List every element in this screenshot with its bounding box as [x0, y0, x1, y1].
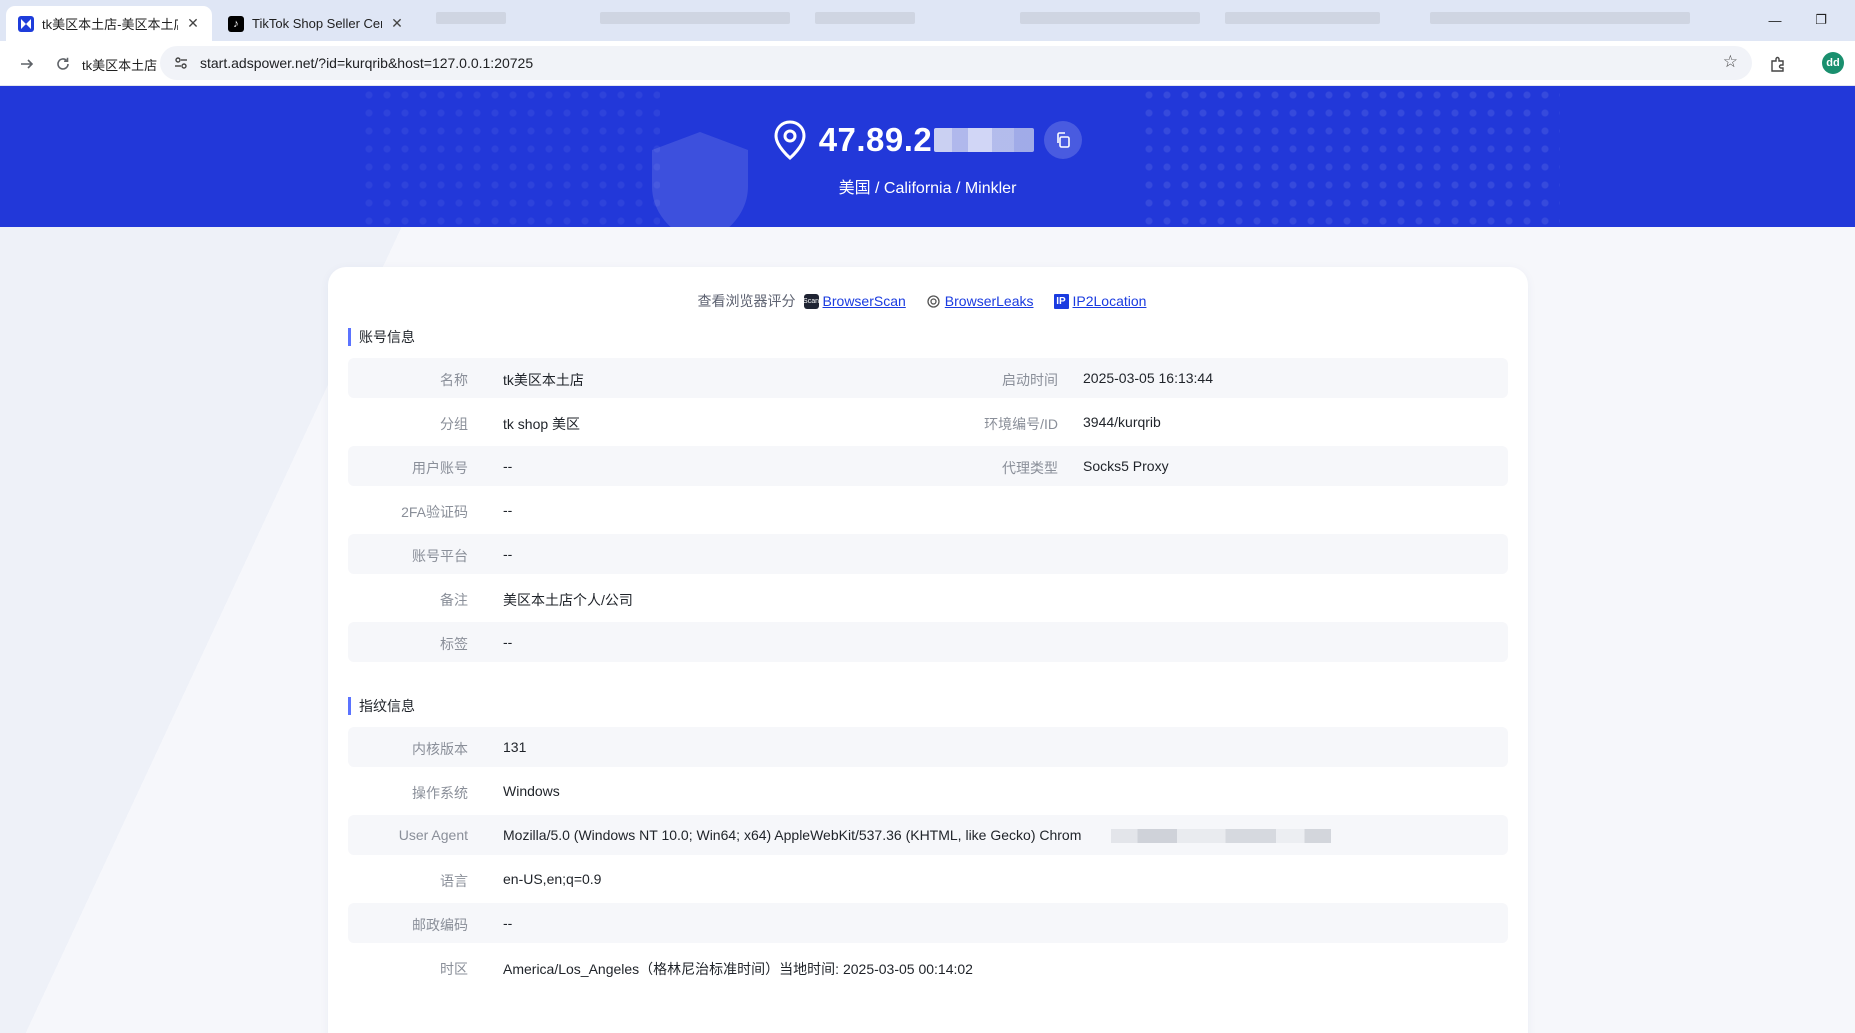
ip-location: 美国 / California / Minkler — [838, 180, 1017, 197]
tab-title: tk美区本土店-美区本土店 — [42, 17, 178, 32]
row-label: 账号平台 — [412, 548, 468, 564]
row-value: 美区本土店个人/公司 — [503, 592, 633, 608]
tab-tiktok-seller[interactable]: ♪ TikTok Shop Seller Center ✕ — [216, 6, 416, 41]
row-label: 操作系统 — [412, 785, 468, 801]
section-fingerprint-title: 指纹信息 — [348, 697, 415, 715]
row-label: 启动时间 — [1002, 372, 1058, 388]
row-label: 名称 — [440, 372, 468, 388]
info-row-2fa: 2FA验证码 -- — [348, 490, 1508, 530]
info-row-name: 名称 tk美区本土店 启动时间 2025-03-05 16:13:44 — [348, 358, 1508, 398]
copy-ip-button[interactable] — [1044, 121, 1083, 159]
tab-adspower[interactable]: tk美区本土店-美区本土店 ✕ — [6, 6, 212, 41]
row-value: Mozilla/5.0 (Windows NT 10.0; Win64; x64… — [503, 827, 1082, 843]
ip-hero-banner: 47.89.2 美国 / California / Minkler — [0, 86, 1855, 227]
row-value: -- — [503, 546, 513, 562]
row-value: 2025-03-05 16:13:44 — [1083, 370, 1213, 386]
info-row-postal-code: 邮政编码 -- — [348, 903, 1508, 943]
ip2location-icon: IP — [1053, 293, 1069, 309]
row-label: 备注 — [440, 592, 468, 608]
adspower-favicon-icon — [18, 15, 34, 32]
row-label: 分组 — [440, 416, 468, 432]
row-label: 标签 — [440, 636, 468, 652]
bookmark-star-icon[interactable]: ☆ — [1723, 52, 1738, 72]
copy-icon — [1057, 132, 1071, 148]
blurred-tab[interactable] — [436, 12, 506, 24]
browserleaks-link[interactable]: BrowserLeaks — [945, 293, 1034, 309]
row-label: 环境编号/ID — [984, 416, 1058, 432]
row-label: 用户账号 — [412, 460, 468, 476]
extensions-icon[interactable] — [1765, 51, 1791, 77]
close-tab-icon[interactable]: ✕ — [184, 15, 202, 33]
row-label: 内核版本 — [412, 741, 468, 757]
row-value: en-US,en;q=0.9 — [503, 871, 602, 887]
url-text[interactable]: start.adspower.net/?id=kurqrib&host=127.… — [200, 55, 533, 71]
section-account-title: 账号信息 — [348, 328, 415, 346]
forward-icon[interactable] — [14, 51, 40, 77]
row-value: 131 — [503, 739, 527, 755]
address-bar[interactable]: start.adspower.net/?id=kurqrib&host=127.… — [160, 46, 1752, 80]
tab-strip: tk美区本土店-美区本土店 ✕ ♪ TikTok Shop Seller Cen… — [0, 0, 1855, 41]
minimize-icon[interactable]: — — [1761, 8, 1789, 32]
row-label: User Agent — [398, 827, 468, 843]
profile-info-card: 查看浏览器评分 Scan BrowserScan BrowserLeaks IP… — [328, 267, 1528, 1033]
row-label: 时区 — [440, 961, 468, 977]
browserscan-link[interactable]: BrowserScan — [823, 293, 906, 309]
info-row-kernel: 内核版本 131 — [348, 727, 1508, 767]
row-value: America/Los_Angeles（格林尼治标准时间）当地时间: 2025-… — [503, 961, 973, 977]
check-label: 查看浏览器评分 — [697, 293, 796, 309]
blurred-tab[interactable] — [1430, 12, 1690, 24]
bookmark-item[interactable]: tk美区本土店 — [82, 55, 157, 74]
close-tab-icon[interactable]: ✕ — [388, 15, 406, 33]
row-value: -- — [503, 634, 513, 650]
location-pin-icon — [774, 120, 806, 160]
blurred-tab[interactable] — [600, 12, 790, 24]
tab-title: TikTok Shop Seller Center — [252, 16, 382, 31]
row-value: 3944/kurqrib — [1083, 414, 1161, 430]
browserleaks-icon — [926, 294, 941, 309]
browserscan-icon: Scan — [803, 293, 819, 309]
row-label: 邮政编码 — [412, 917, 468, 933]
ip2location-link[interactable]: IP2Location — [1073, 293, 1147, 309]
row-value: Socks5 Proxy — [1083, 458, 1169, 474]
row-label: 代理类型 — [1002, 460, 1058, 476]
info-row-platform: 账号平台 -- — [348, 534, 1508, 574]
reload-icon[interactable] — [50, 51, 76, 77]
info-row-timezone: 时区 America/Los_Angeles（格林尼治标准时间）当地时间: 20… — [348, 947, 1508, 987]
tiktok-favicon-icon: ♪ — [228, 15, 244, 32]
profile-avatar[interactable]: dd — [1822, 52, 1844, 74]
browser-check-links: 查看浏览器评分 Scan BrowserScan BrowserLeaks IP… — [328, 291, 1528, 311]
row-label: 语言 — [440, 873, 468, 889]
row-value: tk美区本土店 — [503, 372, 584, 388]
blurred-tab[interactable] — [1225, 12, 1380, 24]
info-row-tags: 标签 -- — [348, 622, 1508, 662]
ip-redacted — [934, 128, 1035, 152]
row-value: -- — [503, 502, 513, 518]
row-value: Windows — [503, 783, 560, 799]
ip-address: 47.89.2 — [818, 121, 933, 158]
blurred-tab[interactable] — [815, 12, 915, 24]
row-label: 2FA验证码 — [401, 504, 468, 520]
blurred-tab[interactable] — [1020, 12, 1200, 24]
info-row-language: 语言 en-US,en;q=0.9 — [348, 859, 1508, 899]
site-settings-icon[interactable] — [172, 54, 190, 72]
info-row-group: 分组 tk shop 美区 环境编号/ID 3944/kurqrib — [348, 402, 1508, 442]
info-row-user-agent: User Agent Mozilla/5.0 (Windows NT 10.0;… — [348, 815, 1508, 855]
row-value: -- — [503, 458, 513, 474]
browser-toolbar: tk美区本土店 start.adspower.net/?id=kurqrib&h… — [0, 41, 1855, 86]
user-agent-redacted — [1111, 829, 1331, 843]
info-row-os: 操作系统 Windows — [348, 771, 1508, 811]
info-row-remark: 备注 美区本土店个人/公司 — [348, 578, 1508, 618]
row-value: -- — [503, 915, 513, 931]
info-row-user-account: 用户账号 -- 代理类型 Socks5 Proxy — [348, 446, 1508, 486]
row-value: tk shop 美区 — [503, 416, 581, 432]
restore-icon[interactable]: ❐ — [1807, 8, 1835, 32]
